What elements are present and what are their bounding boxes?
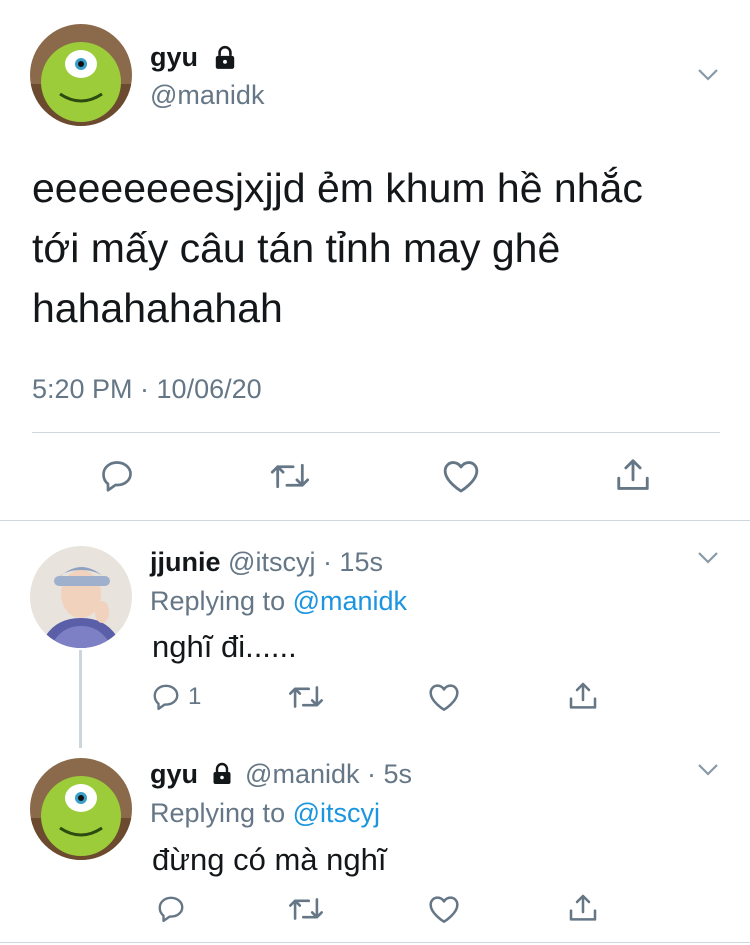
- timestamp[interactable]: 5:20 PM · 10/06/20: [32, 372, 262, 406]
- reply-icon: [102, 461, 132, 492]
- handle-time[interactable]: @manidk · 5s: [245, 759, 412, 789]
- share-button[interactable]: [614, 456, 652, 494]
- handle[interactable]: @manidk: [150, 78, 264, 112]
- like-button[interactable]: [428, 682, 460, 712]
- share-icon: [617, 459, 649, 490]
- mention-link[interactable]: @manidk: [293, 586, 407, 616]
- avatar[interactable]: [30, 758, 132, 860]
- share-button[interactable]: [567, 892, 599, 924]
- chevron-down-icon[interactable]: [697, 763, 719, 777]
- mention-link[interactable]: @itscyj: [293, 798, 380, 828]
- reply-button[interactable]: 1: [150, 682, 201, 712]
- reply-count: 1: [188, 683, 202, 710]
- replying-prefix: Replying to: [150, 798, 286, 828]
- tweet-text: đừng có mà nghĩ: [152, 842, 387, 877]
- display-name[interactable]: gyu: [150, 759, 198, 789]
- replying-to: Replying to @manidk: [150, 584, 407, 618]
- lock-icon: [215, 45, 235, 69]
- handle-time[interactable]: @itscyj · 15s: [228, 547, 383, 577]
- lock-icon: [213, 762, 231, 784]
- bottom-divider: [0, 942, 750, 943]
- like-icon: [429, 684, 459, 711]
- thread-line: [79, 650, 82, 748]
- divider: [32, 432, 720, 433]
- share-icon: [569, 894, 597, 921]
- avatar-image: [30, 24, 132, 126]
- reply-header: gyu @manidk · 5s: [150, 757, 412, 791]
- replying-to: Replying to @itscyj: [150, 796, 380, 830]
- tweet-text: nghĩ đi......: [152, 629, 297, 664]
- avatar[interactable]: [30, 546, 132, 648]
- section-divider: [0, 520, 750, 521]
- share-icon: [569, 682, 597, 709]
- reply-button[interactable]: [98, 458, 136, 494]
- retweet-button[interactable]: [288, 894, 324, 924]
- replying-prefix: Replying to: [150, 586, 286, 616]
- avatar-image: [30, 546, 132, 648]
- retweet-icon: [289, 686, 323, 708]
- chevron-down-icon[interactable]: [697, 551, 719, 565]
- retweet-icon: [270, 463, 310, 489]
- like-icon: [443, 461, 479, 493]
- retweet-icon: [289, 898, 323, 920]
- share-button[interactable]: [567, 680, 599, 712]
- avatar-image: [30, 758, 132, 860]
- display-name[interactable]: gyu: [150, 40, 198, 74]
- avatar[interactable]: [30, 24, 132, 126]
- retweet-button[interactable]: [288, 682, 324, 712]
- reply-header: jjunie @itscyj · 15s: [150, 545, 383, 579]
- reply-icon: [158, 896, 184, 923]
- tweet-text: eeeeeeeesjxjjd ẻm khum hề nhắc tới mấy c…: [32, 165, 643, 331]
- display-name[interactable]: jjunie: [150, 547, 221, 577]
- reply-button[interactable]: [155, 894, 187, 924]
- like-button[interactable]: [428, 894, 460, 924]
- retweet-button[interactable]: [270, 458, 310, 494]
- like-button[interactable]: [442, 458, 480, 494]
- like-icon: [429, 896, 459, 923]
- chevron-down-icon[interactable]: [697, 68, 719, 82]
- reply-icon: [153, 684, 179, 711]
